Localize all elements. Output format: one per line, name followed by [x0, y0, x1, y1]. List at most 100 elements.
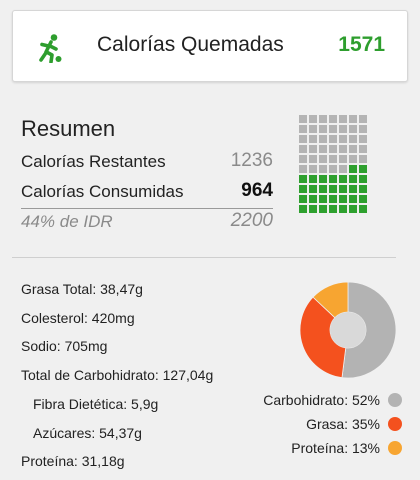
waffle-cell-filled	[359, 195, 367, 203]
waffle-cell-empty	[329, 125, 337, 133]
waffle-cell-filled	[299, 185, 307, 193]
legend-fat-label: Grasa: 35%	[306, 416, 380, 432]
waffle-cell-empty	[309, 155, 317, 163]
waffle-cell-filled	[299, 175, 307, 183]
waffle-cell-empty	[349, 135, 357, 143]
donut-hole	[330, 312, 366, 348]
nutrient-protein: Proteína: 31,18g	[21, 453, 125, 469]
waffle-cell-filled	[319, 185, 327, 193]
summary-divider	[21, 208, 273, 209]
legend-carbohydrate-label: Carbohidrato: 52%	[263, 392, 380, 408]
waffle-cell-filled	[309, 175, 317, 183]
waffle-cell-empty	[309, 115, 317, 123]
calorie-waffle-chart	[299, 115, 369, 215]
waffle-cell-filled	[349, 165, 357, 173]
waffle-cell-empty	[349, 145, 357, 153]
waffle-cell-empty	[329, 135, 337, 143]
calories-remaining-value: 1236	[230, 150, 273, 171]
waffle-cell-filled	[299, 195, 307, 203]
waffle-cell-empty	[349, 125, 357, 133]
nutrient-total-carbohydrate: Total de Carbohidrato: 127,04g	[21, 367, 214, 383]
waffle-cell-empty	[339, 145, 347, 153]
waffle-cell-empty	[329, 155, 337, 163]
macro-donut-chart	[299, 281, 397, 379]
waffle-cell-filled	[319, 195, 327, 203]
waffle-cell-empty	[349, 155, 357, 163]
waffle-cell-filled	[339, 175, 347, 183]
calories-consumed-label: Calorías Consumidas	[21, 182, 184, 201]
waffle-cell-empty	[359, 115, 367, 123]
rdi-value: 2200	[230, 210, 273, 231]
waffle-cell-empty	[319, 145, 327, 153]
waffle-cell-filled	[359, 205, 367, 213]
waffle-cell-filled	[339, 205, 347, 213]
waffle-cell-filled	[359, 165, 367, 173]
legend-protein-dot	[388, 441, 402, 455]
waffle-cell-filled	[349, 195, 357, 203]
waffle-cell-filled	[319, 175, 327, 183]
waffle-cell-filled	[349, 175, 357, 183]
waffle-cell-empty	[359, 135, 367, 143]
calories-burned-label: Calorías Quemadas	[97, 33, 284, 56]
waffle-cell-filled	[329, 205, 337, 213]
waffle-cell-empty	[349, 115, 357, 123]
waffle-cell-empty	[319, 165, 327, 173]
waffle-cell-empty	[359, 145, 367, 153]
calories-burned-card[interactable]: Calorías Quemadas 1571	[12, 10, 408, 82]
waffle-cell-empty	[339, 125, 347, 133]
waffle-cell-empty	[329, 165, 337, 173]
waffle-cell-filled	[329, 175, 337, 183]
waffle-cell-empty	[359, 155, 367, 163]
waffle-cell-empty	[339, 115, 347, 123]
waffle-cell-empty	[319, 155, 327, 163]
rdi-row: 44% de IDR 2200	[21, 210, 273, 234]
waffle-cell-empty	[309, 135, 317, 143]
nutrient-total-fat: Grasa Total: 38,47g	[21, 281, 143, 297]
section-divider	[12, 257, 396, 258]
waffle-cell-filled	[359, 185, 367, 193]
waffle-cell-empty	[339, 165, 347, 173]
waffle-cell-empty	[319, 135, 327, 143]
waffle-cell-filled	[309, 195, 317, 203]
calories-consumed-row: Calorías Consumidas 964	[21, 180, 273, 204]
waffle-cell-empty	[329, 145, 337, 153]
waffle-cell-filled	[319, 205, 327, 213]
nutrient-sodium: Sodio: 705mg	[21, 338, 108, 354]
waffle-cell-empty	[309, 165, 317, 173]
calories-consumed-value: 964	[241, 180, 273, 201]
waffle-cell-empty	[309, 125, 317, 133]
waffle-cell-filled	[349, 205, 357, 213]
waffle-cell-empty	[299, 115, 307, 123]
waffle-cell-empty	[299, 145, 307, 153]
waffle-cell-empty	[299, 165, 307, 173]
waffle-cell-empty	[319, 125, 327, 133]
waffle-cell-empty	[339, 155, 347, 163]
calories-burned-value: 1571	[338, 33, 385, 56]
waffle-cell-filled	[339, 195, 347, 203]
waffle-cell-filled	[329, 195, 337, 203]
nutrient-sugars: Azúcares: 54,37g	[33, 425, 142, 441]
waffle-cell-empty	[309, 145, 317, 153]
waffle-cell-filled	[299, 205, 307, 213]
waffle-cell-filled	[329, 185, 337, 193]
waffle-cell-filled	[349, 185, 357, 193]
running-person-icon	[39, 34, 62, 63]
waffle-cell-empty	[299, 135, 307, 143]
waffle-cell-empty	[329, 115, 337, 123]
legend-carbohydrate-dot	[388, 393, 402, 407]
waffle-cell-filled	[309, 185, 317, 193]
waffle-cell-empty	[319, 115, 327, 123]
calories-remaining-row: Calorías Restantes 1236	[21, 150, 273, 174]
waffle-cell-filled	[309, 205, 317, 213]
waffle-cell-empty	[359, 125, 367, 133]
waffle-cell-filled	[359, 175, 367, 183]
calories-remaining-label: Calorías Restantes	[21, 152, 166, 171]
summary-title: Resumen	[21, 116, 116, 141]
legend-fat-dot	[388, 417, 402, 431]
waffle-cell-empty	[299, 125, 307, 133]
legend-protein-label: Proteína: 13%	[291, 440, 380, 456]
waffle-cell-empty	[339, 135, 347, 143]
nutrient-dietary-fiber: Fibra Dietética: 5,9g	[33, 396, 159, 412]
rdi-label: 44% de IDR	[21, 212, 113, 231]
nutrient-cholesterol: Colesterol: 420mg	[21, 310, 135, 326]
